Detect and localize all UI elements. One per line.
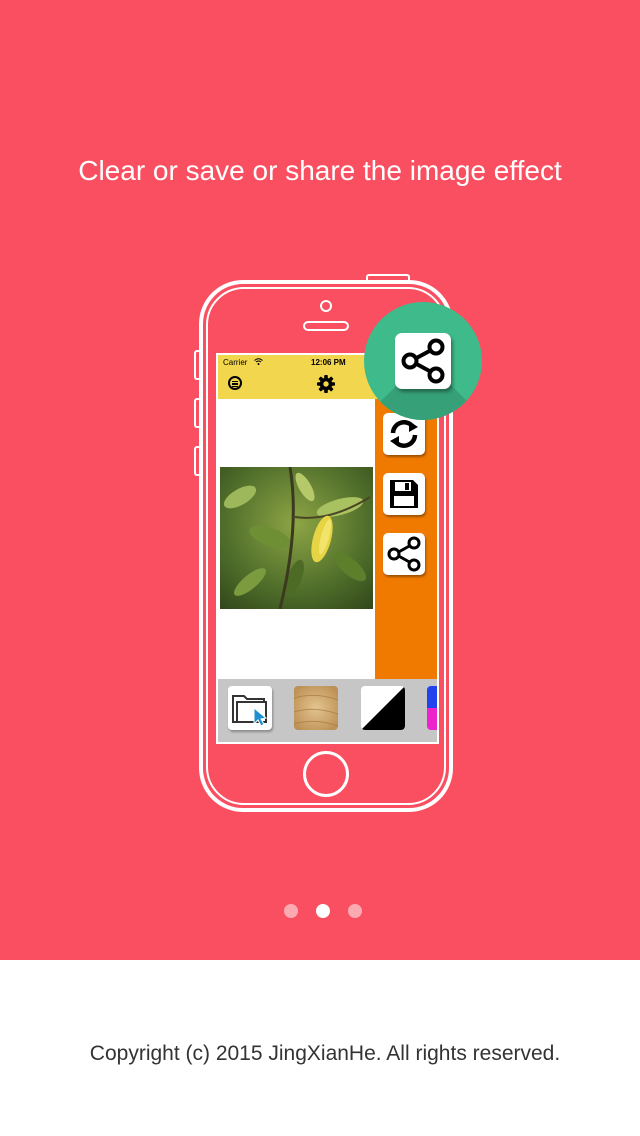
wifi-icon <box>254 358 263 365</box>
folder-icon <box>232 695 268 727</box>
page-title: Clear or save or share the image effect <box>78 155 562 186</box>
copyright-text: Copyright (c) 2015 JingXianHe. All right… <box>89 1042 561 1065</box>
open-folder-button[interactable] <box>228 686 272 730</box>
status-time: 12:06 PM <box>311 358 346 367</box>
edited-photo <box>220 467 373 609</box>
gear-icon[interactable] <box>317 375 335 393</box>
phone-speaker <box>303 321 349 331</box>
phone-volume-down <box>194 446 200 476</box>
share-icon <box>401 338 445 384</box>
color-thumbnail[interactable] <box>427 686 437 730</box>
page-indicator <box>0 904 640 920</box>
page-dot-3[interactable] <box>348 904 362 918</box>
phone-volume-up <box>194 398 200 428</box>
effect-thumbnail-bar <box>218 679 437 742</box>
status-carrier: Carrier <box>223 358 248 367</box>
share-button[interactable] <box>383 533 425 575</box>
page-dot-1[interactable] <box>284 904 298 918</box>
texture-thumbnail[interactable] <box>294 686 338 730</box>
page-dot-2[interactable] <box>316 904 330 918</box>
menu-icon[interactable] <box>228 376 242 390</box>
share-icon <box>387 536 421 572</box>
share-highlight-button[interactable] <box>395 333 451 389</box>
tool-panel <box>375 399 437 679</box>
phone-power-button <box>366 274 410 282</box>
phone-mute-switch <box>194 350 200 380</box>
share-highlight-badge <box>364 302 482 420</box>
phone-home-button <box>303 751 349 797</box>
save-icon <box>390 480 418 508</box>
hero-area: Clear or save or share the image effect … <box>0 0 640 960</box>
save-button[interactable] <box>383 473 425 515</box>
phone-camera <box>320 300 332 312</box>
contrast-thumbnail[interactable] <box>361 686 405 730</box>
